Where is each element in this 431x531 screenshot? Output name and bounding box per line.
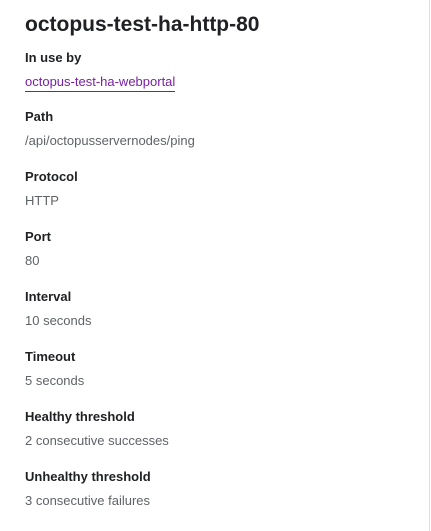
port-section: Port 80 [25, 229, 415, 269]
protocol-value: HTTP [25, 193, 59, 208]
in-use-by-section: In use by octopus-test-ha-webportal [25, 50, 415, 92]
protocol-section: Protocol HTTP [25, 169, 415, 209]
healthy-threshold-label: Healthy threshold [25, 409, 135, 424]
port-label: Port [25, 229, 51, 244]
unhealthy-threshold-label: Unhealthy threshold [25, 469, 151, 484]
path-label: Path [25, 109, 54, 124]
protocol-label: Protocol [25, 169, 78, 184]
interval-label: Interval [25, 289, 72, 304]
timeout-label: Timeout [25, 349, 76, 364]
unhealthy-threshold-section: Unhealthy threshold 3 consecutive failur… [25, 469, 415, 509]
in-use-by-link[interactable]: octopus-test-ha-webportal [25, 74, 176, 92]
path-value: /api/octopusservernodes/ping [25, 133, 195, 148]
healthy-threshold-value: 2 consecutive successes [25, 433, 169, 448]
health-check-details-panel: octopus-test-ha-http-80 In use by octopu… [0, 0, 430, 531]
unhealthy-threshold-value: 3 consecutive failures [25, 493, 151, 508]
interval-section: Interval 10 seconds [25, 289, 415, 329]
interval-value: 10 seconds [25, 313, 92, 328]
in-use-by-label: In use by [25, 50, 82, 65]
timeout-value: 5 seconds [25, 373, 85, 388]
timeout-section: Timeout 5 seconds [25, 349, 415, 389]
page-title: octopus-test-ha-http-80 [25, 13, 260, 36]
path-section: Path /api/octopusservernodes/ping [25, 109, 415, 149]
port-value: 80 [25, 253, 40, 268]
healthy-threshold-section: Healthy threshold 2 consecutive successe… [25, 409, 415, 449]
